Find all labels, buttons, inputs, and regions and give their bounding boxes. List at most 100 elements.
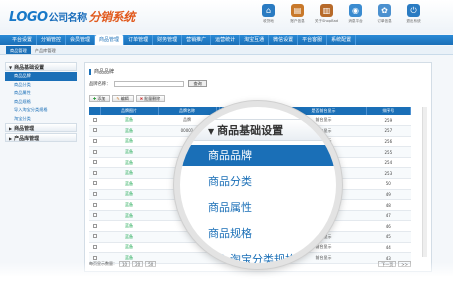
logo-main: LOGO: [9, 10, 48, 25]
top-icon-gear[interactable]: ✿ 订单信息: [370, 4, 399, 24]
nav-item-6[interactable]: 营销推广: [182, 35, 212, 45]
sidebar-item[interactable]: 商品规格: [5, 98, 77, 107]
row-checkbox[interactable]: [92, 202, 97, 207]
table-cell: 蓝备: [100, 242, 158, 254]
nav-item-7[interactable]: 运营统计: [211, 35, 241, 45]
subnav-item-1[interactable]: 产品库管理: [31, 46, 60, 54]
row-checkbox[interactable]: [92, 160, 97, 165]
row-checkbox[interactable]: [92, 128, 97, 133]
table-cell: 48: [366, 199, 411, 211]
bottom-fade: [0, 262, 453, 293]
row-checkbox[interactable]: [92, 170, 97, 175]
column-header: 品牌名称: [158, 107, 217, 115]
sidebar-item[interactable]: 商品属性: [5, 89, 77, 98]
row-checkbox[interactable]: [92, 138, 97, 143]
lens-header-label: 商品基础设置: [217, 124, 284, 137]
table-cell: [89, 231, 100, 243]
table-cell: 45: [366, 231, 411, 243]
table-cell: 蓝备: [100, 210, 158, 222]
nav-item-9[interactable]: 微信设置: [269, 35, 299, 45]
top-icon-home[interactable]: ⌂ 收货地: [254, 4, 283, 24]
lens-item[interactable]: 商品属性: [180, 197, 336, 218]
toolbar: ✚添加 ✎编辑 ✖批量删除: [89, 95, 167, 102]
table-cell: [89, 210, 100, 222]
row-checkbox[interactable]: [92, 181, 97, 186]
sidebar-item[interactable]: 导入淘宝分类规格: [5, 106, 77, 115]
gear-icon: ✿: [378, 4, 391, 17]
table-cell: 47: [366, 210, 411, 222]
table-cell: [89, 199, 100, 211]
top-icon-label: 退出系统: [406, 19, 421, 23]
top-icon-chart[interactable]: ▤ 账户信息: [283, 4, 312, 24]
lens-group-header: ▼ 商品基础设置: [180, 119, 336, 141]
triangle-icon: ▼: [9, 65, 13, 70]
globe-icon: ◉: [349, 4, 362, 17]
column-header: 排序号: [366, 107, 412, 115]
edit-button[interactable]: ✎编辑: [112, 95, 134, 102]
table-cell: 50: [366, 178, 411, 190]
table-cell: 蓝备: [100, 157, 158, 169]
row-checkbox[interactable]: [92, 149, 97, 154]
row-checkbox[interactable]: [92, 117, 97, 122]
table-cell: 蓝备: [100, 189, 158, 201]
table-cell: [89, 167, 100, 180]
nav-item-1[interactable]: 分销管控: [37, 35, 67, 45]
table-cell: 259: [366, 115, 411, 127]
search-input[interactable]: [114, 80, 185, 87]
table-cell: [89, 178, 100, 190]
table-cell: [89, 115, 100, 127]
sidebar-group-2[interactable]: ▶ 产品库管理: [5, 133, 77, 142]
row-checkbox[interactable]: [92, 255, 97, 260]
table-cell: 254: [366, 157, 411, 169]
row-checkbox[interactable]: [92, 223, 97, 228]
row-checkbox[interactable]: [92, 213, 97, 218]
book-icon: ▥: [320, 4, 333, 17]
nav-item-0[interactable]: 平台设置: [8, 35, 38, 45]
sidebar-item[interactable]: 商品分类: [5, 81, 77, 90]
sidebar-group-0[interactable]: ▼ 商品基础设置: [5, 62, 77, 71]
sidebar-item[interactable]: 淘宝分类: [5, 115, 77, 124]
table-cell: 蓝备: [100, 220, 158, 233]
top-icon-label: 订单信息: [377, 19, 392, 23]
top-icon-book[interactable]: ▥ 关于ShopBad: [312, 4, 341, 24]
row-checkbox[interactable]: [92, 244, 97, 249]
logo-company: 公司名称: [48, 13, 88, 24]
nav-item-5[interactable]: 财务管理: [153, 35, 183, 45]
lens-item[interactable]: 商品品牌: [180, 145, 336, 166]
row-checkbox[interactable]: [92, 234, 97, 239]
nav-item-11[interactable]: 系统配置: [327, 35, 357, 45]
search-button[interactable]: 查询: [188, 80, 207, 87]
table-cell: [89, 242, 100, 254]
column-header[interactable]: [89, 107, 101, 115]
magnifier-lens: ▼ 商品基础设置 商品品牌 商品分类 商品属性 商品规格 导入淘宝分类规格: [174, 101, 342, 269]
table-cell: 49: [366, 189, 411, 201]
add-label: 添加: [97, 96, 106, 101]
batch-delete-button[interactable]: ✖批量删除: [135, 95, 166, 102]
lens-item[interactable]: 商品分类: [180, 171, 336, 192]
nav-item-2[interactable]: 会员管理: [66, 35, 96, 45]
nav-item-4[interactable]: 订单管理: [124, 35, 154, 45]
lens-item[interactable]: 商品规格: [180, 223, 336, 244]
top-icon-power[interactable]: ⏻ 退出系统: [399, 4, 428, 24]
table-cell: 蓝备: [100, 178, 158, 190]
sidebar-item[interactable]: 商品品牌: [5, 72, 77, 81]
row-checkbox[interactable]: [92, 191, 97, 196]
nav-item-10[interactable]: 平台客服: [298, 35, 328, 45]
table-cell: 253: [366, 167, 411, 180]
table-cell: [89, 157, 100, 169]
top-icon-label: 账户信息: [290, 19, 305, 23]
top-icon-label: 关于ShopBad: [314, 19, 339, 23]
add-button[interactable]: ✚添加: [89, 95, 111, 102]
nav-item-3[interactable]: 商品管理: [95, 35, 125, 45]
chart-icon: ▤: [291, 4, 304, 17]
table-cell: [89, 125, 100, 137]
nav-item-8[interactable]: 淘宝互通: [240, 35, 270, 45]
power-icon: ⏻: [407, 4, 420, 17]
sidebar-group-1[interactable]: ▶ 商品管理: [5, 123, 77, 132]
delete-label: 批量删除: [144, 96, 161, 101]
scrollbar[interactable]: [422, 107, 427, 257]
table-cell: 46: [366, 220, 411, 233]
table-cell: 蓝备: [100, 125, 158, 137]
subnav-item-0[interactable]: 商品管理: [6, 46, 31, 54]
top-icon-globe[interactable]: ◉ 消息平台: [341, 4, 370, 24]
